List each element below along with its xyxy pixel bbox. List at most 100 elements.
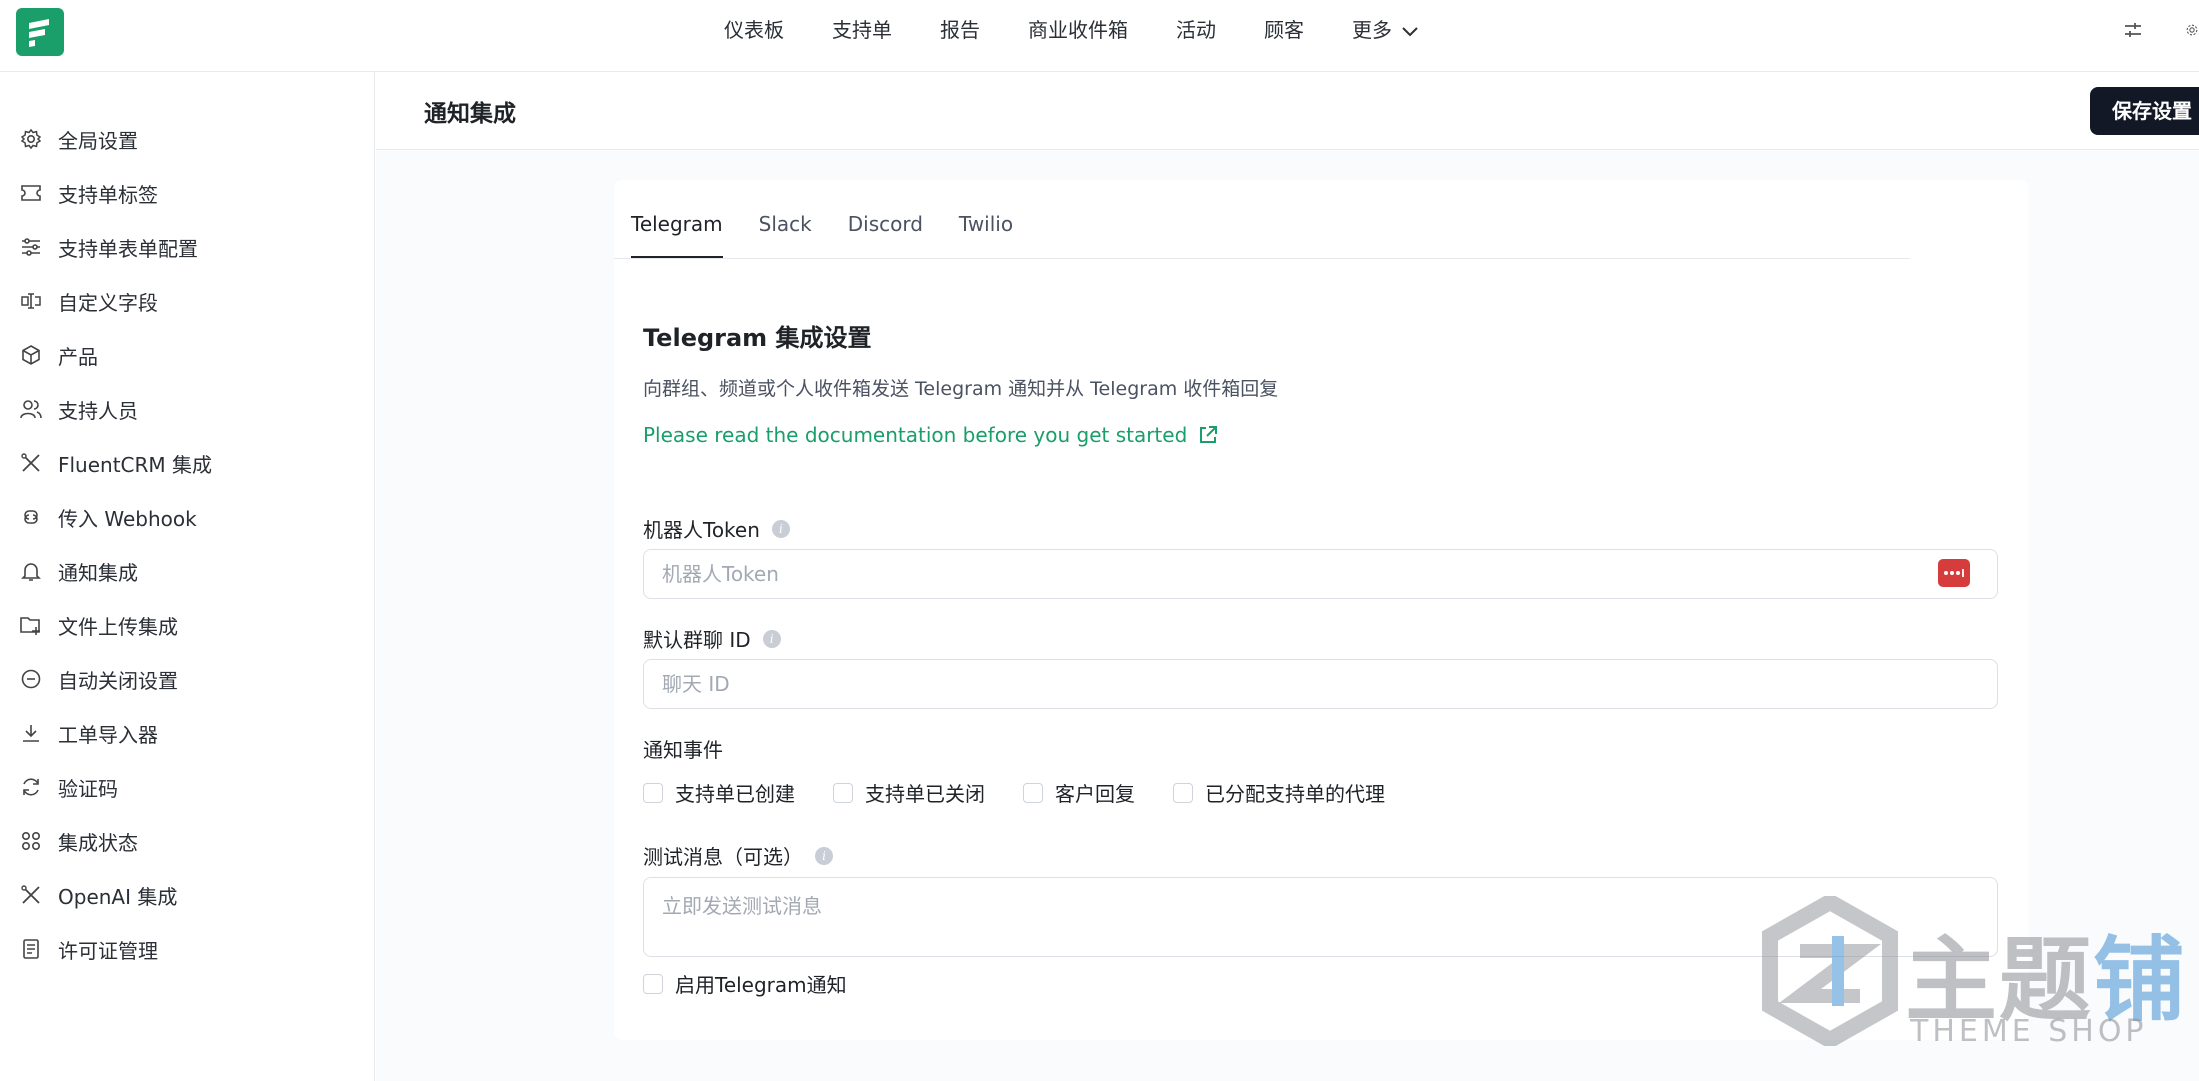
sidebar-item-ticket-form-config[interactable]: 支持单表单配置 (0, 220, 375, 274)
download-icon (18, 720, 44, 746)
chevron-down-icon (1402, 14, 1418, 46)
nav-more-label: 更多 (1352, 18, 1392, 42)
minus-circle-icon (18, 666, 44, 692)
gear-icon[interactable] (2185, 14, 2199, 46)
ticket-icon (18, 180, 44, 206)
watermark-logo-icon (1762, 896, 1898, 1046)
sidebar-item-label: 自定义字段 (58, 290, 158, 315)
sidebar-item-incoming-webhook[interactable]: 传入 Webhook (0, 490, 375, 544)
tabs-divider (614, 258, 1910, 259)
checkbox[interactable] (1023, 782, 1043, 803)
tools-icon (18, 450, 44, 476)
documentation-link[interactable]: Please read the documentation before you… (643, 423, 1219, 447)
external-link-icon (1197, 424, 1219, 446)
nav-tickets[interactable]: 支持单 (832, 14, 892, 46)
test-message-label: 测试消息（可选） i (643, 841, 833, 870)
document-icon (18, 936, 44, 962)
bot-token-label-text: 机器人Token (643, 518, 760, 542)
sidebar-item-label: 传入 Webhook (58, 506, 197, 531)
events-label: 通知事件 (643, 734, 723, 763)
nav-activity[interactable]: 活动 (1176, 14, 1216, 46)
save-settings-button[interactable]: 保存设置 (2090, 87, 2199, 135)
sidebar-item-label: 验证码 (58, 776, 118, 801)
grid-dots-icon (18, 828, 44, 854)
checkbox[interactable] (833, 782, 853, 803)
tab-slack[interactable]: Slack (759, 205, 812, 259)
page-title: 通知集成 (424, 101, 516, 127)
nav-activity-label: 活动 (1176, 18, 1216, 42)
tab-twilio[interactable]: Twilio (959, 205, 1013, 259)
sidebar-item-label: 许可证管理 (58, 938, 158, 963)
sidebar-item-label: 自动关闭设置 (58, 668, 178, 693)
sidebar-item-notification-integration[interactable]: 通知集成 (0, 544, 375, 598)
event-ticket-closed[interactable]: 支持单已关闭 (833, 778, 985, 807)
bot-token-input[interactable] (643, 549, 1998, 599)
sidebar-item-label: 支持单表单配置 (58, 236, 198, 261)
sidebar-item-label: 工单导入器 (58, 722, 158, 747)
bell-icon (18, 558, 44, 584)
sidebar-item-openai[interactable]: OpenAI 集成 (0, 868, 375, 922)
top-navigation: 仪表板 支持单 报告 商业收件箱 活动 顾客 更多 (724, 14, 1466, 46)
sidebar-item-products[interactable]: 产品 (0, 328, 375, 382)
folder-plus-icon (18, 612, 44, 638)
watermark: 主题铺 THEME SHOP (1760, 896, 2185, 1056)
checkbox[interactable] (643, 782, 663, 803)
chat-id-input[interactable] (643, 659, 1998, 709)
events-checkbox-group: 支持单已创建 支持单已关闭 客户回复 已分配支持单的代理 (643, 778, 1423, 807)
nav-dashboard[interactable]: 仪表板 (724, 14, 784, 46)
checkbox[interactable] (1173, 782, 1193, 803)
sidebar-item-fluentcrm[interactable]: FluentCRM 集成 (0, 436, 375, 490)
sidebar-item-label: 产品 (58, 344, 98, 369)
chat-id-label-text: 默认群聊 ID (643, 628, 751, 652)
gear-icon (18, 126, 44, 152)
event-agent-assigned[interactable]: 已分配支持单的代理 (1173, 778, 1385, 807)
sliders-icon[interactable] (2117, 14, 2149, 46)
password-manager-icon[interactable] (1938, 559, 1970, 587)
sidebar-item-label: 文件上传集成 (58, 614, 178, 639)
sidebar-item-file-upload[interactable]: 文件上传集成 (0, 598, 375, 652)
enable-telegram-toggle[interactable]: 启用Telegram通知 (643, 969, 847, 998)
nav-more[interactable]: 更多 (1352, 14, 1418, 46)
sidebar-list: 全局设置 支持单标签 支持单表单配置 自定义字段 产品 支持人员 FluentC… (0, 112, 375, 976)
nav-tickets-label: 支持单 (832, 18, 892, 42)
sidebar-item-label: 集成状态 (58, 830, 138, 855)
sidebar-item-global-settings[interactable]: 全局设置 (0, 112, 375, 166)
sidebar-item-custom-fields[interactable]: 自定义字段 (0, 274, 375, 328)
main-header: 通知集成 保存设置 (376, 72, 2199, 150)
tab-discord[interactable]: Discord (848, 205, 923, 259)
nav-customers[interactable]: 顾客 (1264, 14, 1304, 46)
box-icon (18, 342, 44, 368)
users-icon (18, 396, 44, 422)
nav-reports[interactable]: 报告 (940, 14, 980, 46)
form-description: 向群组、频道或个人收件箱发送 Telegram 通知并从 Telegram 收件… (643, 378, 1279, 400)
info-icon[interactable]: i (762, 629, 781, 648)
sidebar-item-integration-status[interactable]: 集成状态 (0, 814, 375, 868)
sidebar-item-label: 通知集成 (58, 560, 138, 585)
sidebar-item-label: 支持人员 (58, 398, 138, 423)
sidebar-item-auto-close[interactable]: 自动关闭设置 (0, 652, 375, 706)
integration-tabs: Telegram Slack Discord Twilio (631, 205, 1049, 259)
app-logo[interactable] (16, 8, 64, 56)
sidebar-item-support-staff[interactable]: 支持人员 (0, 382, 375, 436)
checkbox[interactable] (643, 973, 663, 994)
info-icon[interactable]: i (771, 519, 790, 538)
nav-customers-label: 顾客 (1264, 18, 1304, 42)
nav-business-inbox[interactable]: 商业收件箱 (1028, 14, 1128, 46)
sidebar-item-label: 全局设置 (58, 128, 138, 153)
sidebar-item-ticket-tags[interactable]: 支持单标签 (0, 166, 375, 220)
documentation-link-text: Please read the documentation before you… (643, 423, 1188, 447)
top-icons (2117, 14, 2199, 46)
event-ticket-created[interactable]: 支持单已创建 (643, 778, 795, 807)
tab-telegram[interactable]: Telegram (631, 205, 723, 259)
info-icon[interactable]: i (815, 846, 833, 865)
sidebar-item-label: FluentCRM 集成 (58, 452, 213, 477)
checkbox-label: 客户回复 (1055, 782, 1135, 806)
sidebar-item-license[interactable]: 许可证管理 (0, 922, 375, 976)
checkbox-label: 启用Telegram通知 (675, 973, 847, 997)
event-customer-reply[interactable]: 客户回复 (1023, 778, 1135, 807)
top-bar: 仪表板 支持单 报告 商业收件箱 活动 顾客 更多 (0, 0, 2199, 72)
sidebar-item-captcha[interactable]: 验证码 (0, 760, 375, 814)
watermark-subtext: THEME SHOP (1910, 1014, 2148, 1049)
sidebar-item-ticket-importer[interactable]: 工单导入器 (0, 706, 375, 760)
checkbox-label: 已分配支持单的代理 (1205, 782, 1385, 806)
